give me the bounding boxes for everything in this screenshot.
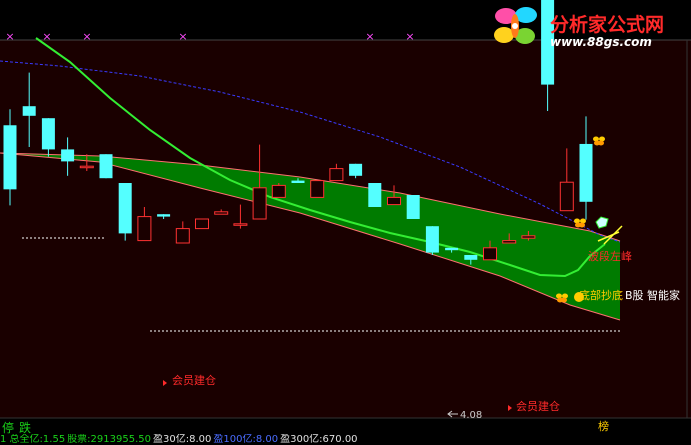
- candle-body: [329, 168, 344, 182]
- butterfly-logo-icon: [494, 7, 537, 44]
- member-buy-label: 会员建仓: [172, 373, 216, 387]
- logo: 分析家公式网 www.88gs.com: [488, 2, 688, 54]
- candle-body: [502, 240, 517, 244]
- candle-body: [349, 163, 363, 176]
- candle-body: [41, 118, 55, 150]
- top-marker: ×: [5, 30, 14, 43]
- candle-body: [79, 165, 94, 169]
- candle-body: [118, 183, 132, 234]
- candle-body: [425, 226, 439, 253]
- candle-body: [445, 247, 459, 251]
- status-item: 股票:2913955.50: [67, 434, 151, 445]
- status-item: 盈300亿:670.00: [280, 434, 358, 445]
- status-bar: 1 总全亿:1.55 股票:2913955.50 盈30亿:8.00 盈100亿:8.…: [0, 434, 691, 445]
- top-marker: ×: [82, 30, 91, 43]
- member-buy-label: 会员建仓: [516, 399, 560, 413]
- top-marker: ×: [365, 30, 374, 43]
- rank-icon: 榜: [598, 419, 609, 433]
- status-item: 1 总全亿:1.55: [0, 434, 66, 445]
- candle-body: [464, 255, 478, 260]
- candle-body: [137, 216, 152, 242]
- bottom-signal-label: 底部抄底: [579, 288, 623, 302]
- top-marker: ×: [178, 30, 187, 43]
- candle-body: [559, 181, 574, 212]
- candle-body: [291, 180, 305, 183]
- candle-body: [214, 211, 229, 215]
- status-item: 盈100亿:8.00: [213, 434, 279, 445]
- candle-body: [579, 143, 593, 202]
- candle-body: [271, 184, 286, 198]
- peak-label: 波段左峰: [588, 249, 632, 263]
- candle-body: [310, 180, 325, 198]
- candle-body: [157, 214, 171, 217]
- status-item: 盈30亿:8.00: [153, 434, 212, 445]
- candle-body: [175, 228, 190, 244]
- candle-body: [61, 149, 75, 162]
- candle-body: [99, 154, 113, 179]
- candle-body: [406, 195, 420, 219]
- top-marker: ×: [405, 30, 414, 43]
- candlestick-chart[interactable]: × × × × × ×会员建仓会员建仓波段左峰底部抄底 B股 智能家4.08榜: [0, 0, 691, 445]
- candle-body: [252, 187, 267, 220]
- candle-body: [195, 218, 209, 230]
- candle-body: [387, 196, 401, 206]
- candle-body: [233, 223, 248, 226]
- low-price-label: 4.08: [460, 410, 482, 421]
- candle-body: [521, 235, 536, 239]
- top-marker: ×: [42, 30, 51, 43]
- board-label: B股 智能家: [625, 288, 680, 302]
- logo-url[interactable]: www.88gs.com: [550, 35, 652, 49]
- candle-body: [483, 247, 497, 261]
- candle-body: [3, 125, 17, 190]
- logo-title: 分析家公式网: [550, 14, 665, 36]
- candle-body: [22, 106, 36, 116]
- stock-chart-screen: × × × × × × 会员建仓 会员建仓 波段左峰 底部抄底 B股 智能家 4.08 榜 分析家公式网…: [0, 0, 691, 445]
- candle-body: [368, 183, 382, 207]
